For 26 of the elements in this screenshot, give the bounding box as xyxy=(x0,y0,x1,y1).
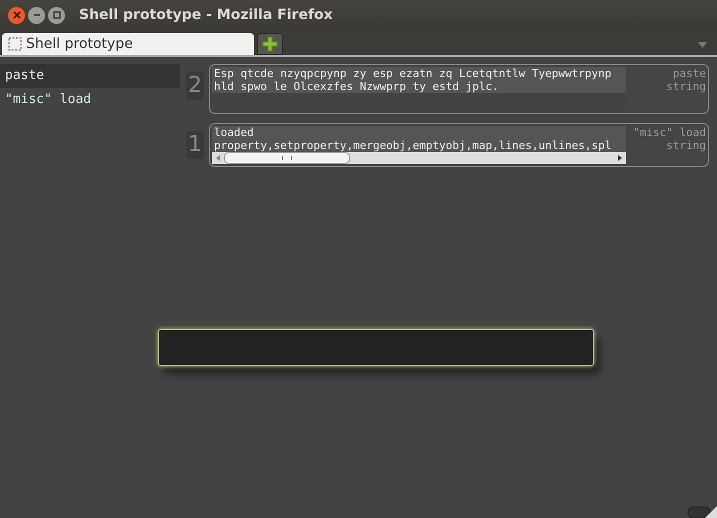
history-item[interactable]: paste xyxy=(0,64,180,88)
browser-tab[interactable]: Shell prototype xyxy=(2,33,254,55)
cell-source: "misc" load xyxy=(633,126,706,139)
page-icon xyxy=(8,37,22,51)
history-item[interactable]: "misc" load xyxy=(0,88,180,112)
cell-number: 1 xyxy=(186,131,204,159)
resize-grip-icon[interactable] xyxy=(687,506,717,518)
horizontal-scrollbar[interactable] xyxy=(212,152,626,164)
window-title: Shell prototype - Mozilla Firefox xyxy=(79,7,333,23)
maximize-icon xyxy=(52,11,60,19)
cell-number: 2 xyxy=(186,72,204,100)
close-icon xyxy=(12,11,20,19)
cell-type: string xyxy=(666,80,706,93)
output-text: loaded property,setproperty,mergeobj,emptyobj,map,lines,unlines,spl xyxy=(212,126,626,152)
minimize-button[interactable] xyxy=(28,6,45,24)
output-text: Esp qtcde nzyqpcpynp zy esp ezatn zq Lcetqtntlw Tyepwwtrpynp hld spwo le Olcexzfes Nzwwprp ty estd jplc. xyxy=(212,67,626,93)
new-tab-button[interactable] xyxy=(257,33,283,55)
minimize-icon xyxy=(32,11,40,19)
scroll-left-icon[interactable] xyxy=(214,154,222,162)
cell-source: paste xyxy=(672,67,706,80)
scroll-right-icon[interactable] xyxy=(616,154,624,162)
close-button[interactable] xyxy=(8,6,25,24)
cell-type: string xyxy=(666,139,706,152)
dropdown-arrow-icon[interactable] xyxy=(698,42,707,48)
maximize-button[interactable] xyxy=(48,6,65,24)
command-input[interactable] xyxy=(158,329,594,366)
